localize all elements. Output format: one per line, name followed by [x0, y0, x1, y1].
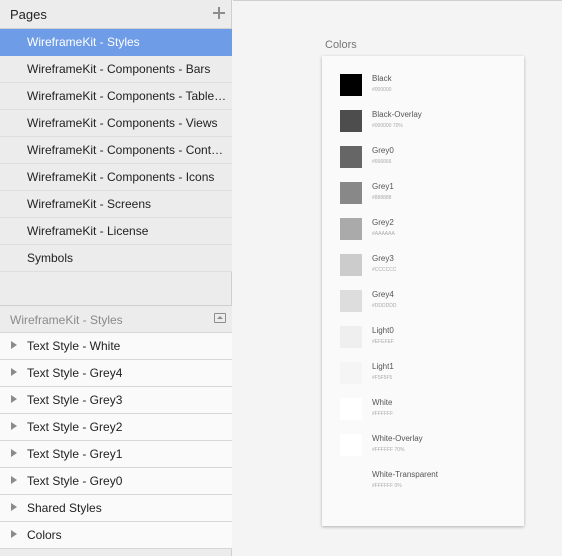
- page-item-screens[interactable]: WireframeKit - Screens: [0, 191, 232, 218]
- swatch-code: #FFFFFF 0%: [372, 483, 402, 489]
- swatch-name: White-Overlay: [372, 434, 423, 443]
- canvas[interactable]: Colors Black #000000 Black-Overlay #0000…: [233, 0, 562, 556]
- swatch-name: White-Transparent: [372, 470, 438, 479]
- swatch-name: Black-Overlay: [372, 110, 422, 119]
- layer-list: Text Style - White Text Style - Grey4 Te…: [0, 333, 232, 549]
- swatch-row[interactable]: Grey0 #666666: [340, 146, 510, 182]
- color-swatch[interactable]: [340, 290, 362, 312]
- swatch-row[interactable]: Black #000000: [340, 74, 510, 110]
- page-item-components-views[interactable]: WireframeKit - Components - Views: [0, 110, 232, 137]
- page-list: WireframeKit - Styles WireframeKit - Com…: [0, 29, 232, 272]
- layer-label: Text Style - Grey1: [27, 447, 123, 461]
- canvas-divider: [233, 0, 562, 1]
- swatch-name: Black: [372, 74, 392, 83]
- swatch-code: #FFFFFF: [372, 411, 394, 417]
- color-swatch[interactable]: [340, 398, 362, 420]
- swatch-row[interactable]: Grey4 #DDDDDD: [340, 290, 510, 326]
- color-swatch[interactable]: [340, 74, 362, 96]
- swatch-row[interactable]: Grey3 #CCCCCC: [340, 254, 510, 290]
- color-swatch[interactable]: [340, 182, 362, 204]
- swatch-code: #888888: [372, 195, 392, 201]
- swatch-name: Light0: [372, 326, 394, 335]
- layer-item-text-style-grey4[interactable]: Text Style - Grey4: [0, 360, 232, 387]
- color-swatch[interactable]: [340, 362, 362, 384]
- page-item-symbols[interactable]: Symbols: [0, 245, 232, 272]
- color-swatch[interactable]: [340, 218, 362, 240]
- swatch-name: Grey4: [372, 290, 394, 299]
- swatch-code: #000000 70%: [372, 123, 403, 129]
- color-swatch[interactable]: [340, 254, 362, 276]
- plus-icon[interactable]: [213, 7, 225, 19]
- disclosure-triangle-icon[interactable]: [11, 530, 17, 538]
- layer-item-text-style-grey1[interactable]: Text Style - Grey1: [0, 441, 232, 468]
- swatch-row[interactable]: Black-Overlay #000000 70%: [340, 110, 510, 146]
- layer-label: Text Style - Grey2: [27, 420, 123, 434]
- swatch-code: #666666: [372, 159, 392, 165]
- layer-item-text-style-grey2[interactable]: Text Style - Grey2: [0, 414, 232, 441]
- layer-item-text-style-white[interactable]: Text Style - White: [0, 333, 232, 360]
- disclosure-triangle-icon[interactable]: [11, 476, 17, 484]
- layer-label: Text Style - Grey3: [27, 393, 123, 407]
- swatch-name: White: [372, 398, 393, 407]
- page-item-components-table[interactable]: WireframeKit - Components - Table…: [0, 83, 232, 110]
- layers-header: WireframeKit - Styles: [0, 305, 232, 333]
- swatch-name: Grey2: [372, 218, 394, 227]
- page-item-styles[interactable]: WireframeKit - Styles: [0, 29, 232, 56]
- disclosure-triangle-icon[interactable]: [11, 341, 17, 349]
- page-item-components-cont[interactable]: WireframeKit - Components - Cont…: [0, 137, 232, 164]
- swatch-code: #FFFFFF 70%: [372, 447, 405, 453]
- page-item-components-bars[interactable]: WireframeKit - Components - Bars: [0, 56, 232, 83]
- color-swatch[interactable]: [340, 326, 362, 348]
- swatch-row[interactable]: Light0 #EFEFEF: [340, 326, 510, 362]
- pages-header: Pages: [0, 0, 232, 29]
- layers-title: WireframeKit - Styles: [10, 313, 123, 327]
- swatch-row[interactable]: Grey1 #888888: [340, 182, 510, 218]
- layer-label: Shared Styles: [27, 501, 102, 515]
- color-swatch[interactable]: [340, 110, 362, 132]
- disclosure-triangle-icon[interactable]: [11, 449, 17, 457]
- swatch-row[interactable]: White #FFFFFF: [340, 398, 510, 434]
- artboard-colors[interactable]: Black #000000 Black-Overlay #000000 70% …: [322, 56, 524, 526]
- page-item-components-icons[interactable]: WireframeKit - Components - Icons: [0, 164, 232, 191]
- collapse-panel-icon[interactable]: [214, 313, 226, 323]
- color-swatch[interactable]: [340, 470, 362, 492]
- layer-label: Colors: [27, 528, 62, 542]
- swatch-code: #000000: [372, 87, 392, 93]
- pages-title: Pages: [10, 7, 47, 22]
- disclosure-triangle-icon[interactable]: [11, 503, 17, 511]
- sidebar: Pages WireframeKit - Styles WireframeKit…: [0, 0, 232, 556]
- layer-item-colors[interactable]: Colors: [0, 522, 232, 549]
- page-item-license[interactable]: WireframeKit - License: [0, 218, 232, 245]
- swatch-name: Grey0: [372, 146, 394, 155]
- layer-item-text-style-grey0[interactable]: Text Style - Grey0: [0, 468, 232, 495]
- disclosure-triangle-icon[interactable]: [11, 422, 17, 430]
- layer-label: Text Style - Grey4: [27, 366, 123, 380]
- layer-label: Text Style - Grey0: [27, 474, 123, 488]
- color-swatch[interactable]: [340, 146, 362, 168]
- swatch-code: #CCCCCC: [372, 267, 397, 273]
- swatch-code: #EFEFEF: [372, 339, 394, 345]
- swatch-code: #DDDDDD: [372, 303, 397, 309]
- layer-label: Text Style - White: [27, 339, 121, 353]
- swatch-name: Light1: [372, 362, 394, 371]
- layer-item-shared-styles[interactable]: Shared Styles: [0, 495, 232, 522]
- layer-item-text-style-grey3[interactable]: Text Style - Grey3: [0, 387, 232, 414]
- swatch-name: Grey3: [372, 254, 394, 263]
- swatch-name: Grey1: [372, 182, 394, 191]
- swatch-code: #AAAAAA: [372, 231, 395, 237]
- swatch-row[interactable]: White-Overlay #FFFFFF 70%: [340, 434, 510, 470]
- disclosure-triangle-icon[interactable]: [11, 395, 17, 403]
- swatch-row[interactable]: White-Transparent #FFFFFF 0%: [340, 470, 510, 506]
- artboard-title[interactable]: Colors: [325, 39, 357, 51]
- swatch-code: #F5F5F5: [372, 375, 393, 381]
- swatch-row[interactable]: Light1 #F5F5F5: [340, 362, 510, 398]
- disclosure-triangle-icon[interactable]: [11, 368, 17, 376]
- swatch-row[interactable]: Grey2 #AAAAAA: [340, 218, 510, 254]
- color-swatch[interactable]: [340, 434, 362, 456]
